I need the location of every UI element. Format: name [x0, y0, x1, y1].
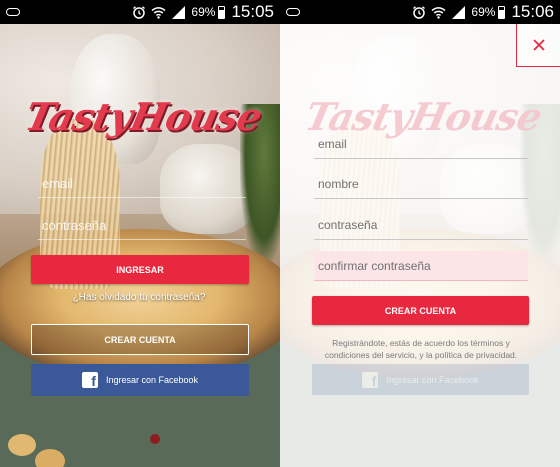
voicemail-icon [286, 8, 300, 16]
food-background-image [0, 24, 280, 467]
register-create-account-button[interactable]: CREAR CUENTA [312, 296, 529, 325]
battery-icon [498, 5, 506, 19]
wifi-icon [151, 5, 166, 20]
close-button[interactable] [516, 24, 560, 67]
forgot-password-link[interactable]: ¿Has olvidado tu contraseña? [30, 292, 248, 303]
register-confirm-password-input[interactable] [314, 251, 528, 280]
voicemail-icon [6, 8, 20, 16]
facebook-login-button[interactable]: f Ingresar con Facebook [31, 364, 249, 396]
alarm-icon [131, 5, 146, 20]
status-time: 15:05 [231, 2, 274, 21]
terms-text: Registrándote, estás de acuerdo los térm… [324, 338, 518, 360]
signal-icon [171, 5, 186, 20]
register-name-input[interactable] [314, 169, 528, 198]
battery-percent: 69% [471, 5, 496, 19]
register-email-field[interactable] [314, 129, 528, 159]
facebook-logo-icon: f [362, 371, 379, 388]
signal-icon [451, 5, 466, 20]
facebook-logo-icon: f [81, 372, 98, 388]
status-bar: 69% 15:05 [0, 0, 280, 24]
light-overlay [280, 24, 560, 467]
close-icon [532, 39, 545, 51]
email-field[interactable] [38, 170, 246, 198]
facebook-login-label: Ingresar con Facebook [105, 375, 199, 385]
password-input[interactable] [38, 212, 246, 239]
battery-icon [218, 5, 226, 19]
login-screen: 69% 15:05 TastyHouse INGRESAR ¿Has olvid… [0, 0, 280, 467]
register-password-field[interactable] [314, 210, 528, 240]
app-logo: TastyHouse [21, 94, 266, 139]
register-email-input[interactable] [314, 129, 528, 158]
login-button[interactable]: INGRESAR [31, 255, 249, 284]
ghost-facebook-label: Ingresar con Facebook [386, 374, 479, 385]
email-input[interactable] [38, 170, 246, 197]
wifi-icon [431, 5, 446, 20]
status-bar: 69% 15:06 [280, 0, 560, 24]
register-name-field[interactable] [314, 169, 528, 199]
status-time: 15:06 [511, 2, 554, 21]
password-field[interactable] [38, 212, 246, 240]
battery-percent: 69% [191, 5, 216, 19]
ghost-facebook-button: f Ingresar con Facebook [312, 364, 529, 395]
register-confirm-password-field[interactable] [314, 251, 528, 281]
alarm-icon [411, 5, 426, 20]
register-password-input[interactable] [314, 210, 528, 239]
create-account-button[interactable]: CREAR CUENTA [31, 324, 249, 355]
